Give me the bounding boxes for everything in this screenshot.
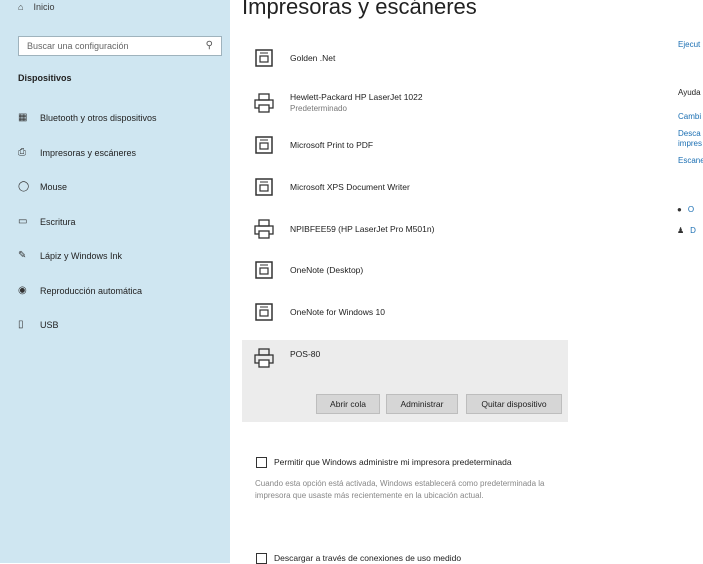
right-link[interactable]: Desca <box>678 129 701 138</box>
right-link[interactable]: Escane <box>678 156 703 165</box>
sidebar-item-mouse[interactable]: ◯ Mouse <box>18 181 67 192</box>
sidebar-item-pen[interactable]: ✎ Lápiz y Windows Ink <box>18 250 122 261</box>
feedback-row[interactable]: ♟ D <box>677 226 696 235</box>
right-link[interactable]: Ejecut <box>678 40 700 49</box>
default-printer-description: Cuando esta opción está activada, Window… <box>255 479 545 500</box>
bluetooth-icon: ▦ <box>18 112 28 123</box>
device-item[interactable]: OneNote for Windows 10 <box>242 302 568 322</box>
chat-icon: ● <box>677 205 682 214</box>
sidebar-item-label: Escritura <box>40 216 76 227</box>
document-printer-icon <box>255 303 273 321</box>
open-queue-button[interactable]: Abrir cola <box>316 394 380 414</box>
sidebar-item-label: Lápiz y Windows Ink <box>40 250 123 261</box>
right-link: O <box>687 205 695 214</box>
device-name: NPIBFEE59 (HP LaserJet Pro M501n) <box>290 224 435 234</box>
search-placeholder: Buscar una configuración <box>27 41 129 51</box>
remove-device-button[interactable]: Quitar dispositivo <box>466 394 562 414</box>
device-item[interactable]: NPIBFEE59 (HP LaserJet Pro M501n) <box>242 219 568 239</box>
usb-icon: ▯ <box>18 319 24 330</box>
person-icon: ♟ <box>677 226 685 235</box>
section-title: Dispositivos <box>18 73 72 83</box>
sidebar-item-printers[interactable]: ⎙ Impresoras y escáneres <box>18 147 136 158</box>
sidebar-item-label: Impresoras y escáneres <box>40 147 137 158</box>
mouse-icon: ◯ <box>18 181 30 192</box>
printer-icon <box>254 348 274 368</box>
device-item[interactable]: Microsoft XPS Document Writer <box>242 177 568 197</box>
search-icon: ⚲ <box>205 40 213 51</box>
printer-icon: ⎙ <box>18 147 26 158</box>
device-item[interactable]: OneNote (Desktop) <box>242 260 568 280</box>
device-name: Hewlett-Packard HP LaserJet 1022 <box>290 92 423 102</box>
sidebar-item-label: USB <box>40 319 59 330</box>
autoplay-icon: ◉ <box>18 285 27 296</box>
selected-device-panel[interactable]: POS-80 Abrir cola Administrar Quitar dis… <box>242 340 568 422</box>
printer-icon <box>254 92 274 113</box>
device-name: OneNote for Windows 10 <box>290 307 385 317</box>
document-printer-icon <box>255 261 273 279</box>
sidebar-item-autoplay[interactable]: ◉ Reproducción automática <box>18 285 142 296</box>
sidebar-item-typing[interactable]: ▭ Escritura <box>18 216 76 227</box>
device-item[interactable]: Microsoft Print to PDF <box>242 135 568 155</box>
feedback-row[interactable]: ● O <box>677 205 694 214</box>
right-link[interactable]: impres <box>678 139 702 148</box>
default-printer-checkbox[interactable] <box>256 457 267 468</box>
device-item[interactable]: Hewlett-Packard HP LaserJet 1022 Predete… <box>242 92 568 113</box>
device-item[interactable]: Golden .Net <box>242 48 568 68</box>
sidebar-item-label: Reproducción automática <box>40 285 143 296</box>
search-input[interactable]: Buscar una configuración ⚲ <box>18 36 222 56</box>
right-link: D <box>690 226 696 235</box>
right-link[interactable]: Cambi <box>678 112 701 121</box>
document-printer-icon <box>255 49 273 67</box>
help-title: Ayuda <box>678 88 701 97</box>
page-title: Impresoras y escáneres <box>242 0 477 19</box>
device-status: Predeterminado <box>290 104 347 113</box>
sidebar-item-label: Mouse <box>40 181 68 192</box>
sidebar: ⌂ Inicio Buscar una configuración ⚲ Disp… <box>0 0 230 563</box>
sidebar-item-usb[interactable]: ▯ USB <box>18 319 59 330</box>
metered-download-checkbox[interactable] <box>256 553 267 564</box>
keyboard-icon: ▭ <box>18 216 28 227</box>
manage-button[interactable]: Administrar <box>386 394 458 414</box>
device-name: POS-80 <box>290 349 321 359</box>
device-name: Microsoft Print to PDF <box>290 140 374 150</box>
home-label: Inicio <box>33 2 55 12</box>
home-icon: ⌂ <box>18 2 24 12</box>
device-name: OneNote (Desktop) <box>290 265 364 275</box>
home-link[interactable]: ⌂ Inicio <box>18 2 54 12</box>
sidebar-item-bluetooth[interactable]: ▦ Bluetooth y otros dispositivos <box>18 112 157 123</box>
document-printer-icon <box>255 136 273 154</box>
default-printer-label: Permitir que Windows administre mi impre… <box>274 457 512 467</box>
printer-icon <box>254 219 274 239</box>
device-name: Golden .Net <box>290 53 336 63</box>
sidebar-item-label: Bluetooth y otros dispositivos <box>40 112 157 123</box>
pen-icon: ✎ <box>18 250 27 261</box>
device-name: Microsoft XPS Document Writer <box>290 182 410 192</box>
metered-download-label: Descargar a través de conexiones de uso … <box>274 553 462 563</box>
document-printer-icon <box>255 178 273 196</box>
